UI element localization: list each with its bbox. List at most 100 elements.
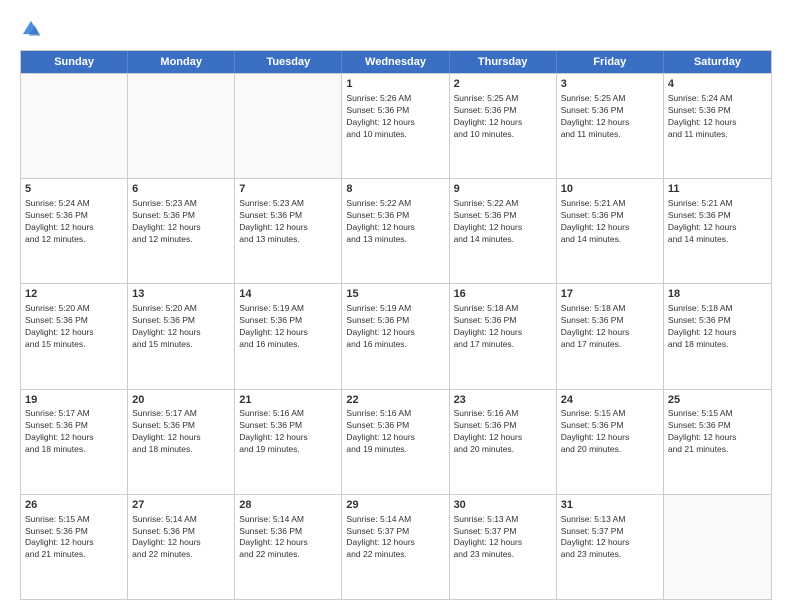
day-number: 10 xyxy=(561,182,659,197)
cell-info: Sunrise: 5:22 AM Sunset: 5:36 PM Dayligh… xyxy=(346,198,444,246)
cell-info: Sunrise: 5:20 AM Sunset: 5:36 PM Dayligh… xyxy=(25,303,123,351)
cell-info: Sunrise: 5:25 AM Sunset: 5:36 PM Dayligh… xyxy=(454,93,552,141)
day-cell-28: 28Sunrise: 5:14 AM Sunset: 5:36 PM Dayli… xyxy=(235,495,342,599)
cell-info: Sunrise: 5:13 AM Sunset: 5:37 PM Dayligh… xyxy=(454,514,552,562)
day-number: 31 xyxy=(561,498,659,513)
header-day-friday: Friday xyxy=(557,51,664,73)
cell-info: Sunrise: 5:19 AM Sunset: 5:36 PM Dayligh… xyxy=(346,303,444,351)
day-cell-11: 11Sunrise: 5:21 AM Sunset: 5:36 PM Dayli… xyxy=(664,179,771,283)
day-cell-24: 24Sunrise: 5:15 AM Sunset: 5:36 PM Dayli… xyxy=(557,390,664,494)
day-cell-5: 5Sunrise: 5:24 AM Sunset: 5:36 PM Daylig… xyxy=(21,179,128,283)
day-number: 28 xyxy=(239,498,337,513)
day-number: 11 xyxy=(668,182,767,197)
cell-info: Sunrise: 5:14 AM Sunset: 5:37 PM Dayligh… xyxy=(346,514,444,562)
day-cell-6: 6Sunrise: 5:23 AM Sunset: 5:36 PM Daylig… xyxy=(128,179,235,283)
day-number: 22 xyxy=(346,393,444,408)
day-number: 29 xyxy=(346,498,444,513)
day-cell-25: 25Sunrise: 5:15 AM Sunset: 5:36 PM Dayli… xyxy=(664,390,771,494)
page: SundayMondayTuesdayWednesdayThursdayFrid… xyxy=(0,0,792,612)
cell-info: Sunrise: 5:17 AM Sunset: 5:36 PM Dayligh… xyxy=(25,408,123,456)
cell-info: Sunrise: 5:14 AM Sunset: 5:36 PM Dayligh… xyxy=(132,514,230,562)
day-number: 1 xyxy=(346,77,444,92)
day-number: 18 xyxy=(668,287,767,302)
cell-info: Sunrise: 5:13 AM Sunset: 5:37 PM Dayligh… xyxy=(561,514,659,562)
day-cell-15: 15Sunrise: 5:19 AM Sunset: 5:36 PM Dayli… xyxy=(342,284,449,388)
day-cell-31: 31Sunrise: 5:13 AM Sunset: 5:37 PM Dayli… xyxy=(557,495,664,599)
day-number: 21 xyxy=(239,393,337,408)
empty-cell xyxy=(128,74,235,178)
day-number: 24 xyxy=(561,393,659,408)
day-number: 19 xyxy=(25,393,123,408)
day-cell-20: 20Sunrise: 5:17 AM Sunset: 5:36 PM Dayli… xyxy=(128,390,235,494)
header-day-thursday: Thursday xyxy=(450,51,557,73)
header-day-wednesday: Wednesday xyxy=(342,51,449,73)
day-number: 9 xyxy=(454,182,552,197)
calendar-row-0: 1Sunrise: 5:26 AM Sunset: 5:36 PM Daylig… xyxy=(21,73,771,178)
day-number: 2 xyxy=(454,77,552,92)
day-number: 12 xyxy=(25,287,123,302)
header-day-saturday: Saturday xyxy=(664,51,771,73)
calendar: SundayMondayTuesdayWednesdayThursdayFrid… xyxy=(20,50,772,600)
day-cell-18: 18Sunrise: 5:18 AM Sunset: 5:36 PM Dayli… xyxy=(664,284,771,388)
cell-info: Sunrise: 5:21 AM Sunset: 5:36 PM Dayligh… xyxy=(561,198,659,246)
day-number: 27 xyxy=(132,498,230,513)
cell-info: Sunrise: 5:18 AM Sunset: 5:36 PM Dayligh… xyxy=(668,303,767,351)
cell-info: Sunrise: 5:16 AM Sunset: 5:36 PM Dayligh… xyxy=(346,408,444,456)
day-cell-19: 19Sunrise: 5:17 AM Sunset: 5:36 PM Dayli… xyxy=(21,390,128,494)
calendar-row-3: 19Sunrise: 5:17 AM Sunset: 5:36 PM Dayli… xyxy=(21,389,771,494)
cell-info: Sunrise: 5:24 AM Sunset: 5:36 PM Dayligh… xyxy=(25,198,123,246)
calendar-body: 1Sunrise: 5:26 AM Sunset: 5:36 PM Daylig… xyxy=(21,73,771,599)
cell-info: Sunrise: 5:16 AM Sunset: 5:36 PM Dayligh… xyxy=(454,408,552,456)
cell-info: Sunrise: 5:18 AM Sunset: 5:36 PM Dayligh… xyxy=(561,303,659,351)
day-number: 26 xyxy=(25,498,123,513)
day-cell-2: 2Sunrise: 5:25 AM Sunset: 5:36 PM Daylig… xyxy=(450,74,557,178)
cell-info: Sunrise: 5:17 AM Sunset: 5:36 PM Dayligh… xyxy=(132,408,230,456)
day-cell-29: 29Sunrise: 5:14 AM Sunset: 5:37 PM Dayli… xyxy=(342,495,449,599)
day-cell-30: 30Sunrise: 5:13 AM Sunset: 5:37 PM Dayli… xyxy=(450,495,557,599)
day-number: 20 xyxy=(132,393,230,408)
cell-info: Sunrise: 5:24 AM Sunset: 5:36 PM Dayligh… xyxy=(668,93,767,141)
logo-icon xyxy=(20,18,42,40)
calendar-header: SundayMondayTuesdayWednesdayThursdayFrid… xyxy=(21,51,771,73)
day-cell-1: 1Sunrise: 5:26 AM Sunset: 5:36 PM Daylig… xyxy=(342,74,449,178)
header-day-tuesday: Tuesday xyxy=(235,51,342,73)
day-cell-13: 13Sunrise: 5:20 AM Sunset: 5:36 PM Dayli… xyxy=(128,284,235,388)
cell-info: Sunrise: 5:15 AM Sunset: 5:36 PM Dayligh… xyxy=(668,408,767,456)
day-cell-8: 8Sunrise: 5:22 AM Sunset: 5:36 PM Daylig… xyxy=(342,179,449,283)
day-number: 8 xyxy=(346,182,444,197)
day-cell-26: 26Sunrise: 5:15 AM Sunset: 5:36 PM Dayli… xyxy=(21,495,128,599)
day-cell-23: 23Sunrise: 5:16 AM Sunset: 5:36 PM Dayli… xyxy=(450,390,557,494)
day-number: 23 xyxy=(454,393,552,408)
day-cell-14: 14Sunrise: 5:19 AM Sunset: 5:36 PM Dayli… xyxy=(235,284,342,388)
day-number: 30 xyxy=(454,498,552,513)
calendar-row-4: 26Sunrise: 5:15 AM Sunset: 5:36 PM Dayli… xyxy=(21,494,771,599)
day-number: 5 xyxy=(25,182,123,197)
day-cell-22: 22Sunrise: 5:16 AM Sunset: 5:36 PM Dayli… xyxy=(342,390,449,494)
cell-info: Sunrise: 5:14 AM Sunset: 5:36 PM Dayligh… xyxy=(239,514,337,562)
day-cell-9: 9Sunrise: 5:22 AM Sunset: 5:36 PM Daylig… xyxy=(450,179,557,283)
day-cell-3: 3Sunrise: 5:25 AM Sunset: 5:36 PM Daylig… xyxy=(557,74,664,178)
cell-info: Sunrise: 5:15 AM Sunset: 5:36 PM Dayligh… xyxy=(25,514,123,562)
day-number: 25 xyxy=(668,393,767,408)
day-number: 13 xyxy=(132,287,230,302)
day-number: 4 xyxy=(668,77,767,92)
cell-info: Sunrise: 5:20 AM Sunset: 5:36 PM Dayligh… xyxy=(132,303,230,351)
cell-info: Sunrise: 5:25 AM Sunset: 5:36 PM Dayligh… xyxy=(561,93,659,141)
day-cell-7: 7Sunrise: 5:23 AM Sunset: 5:36 PM Daylig… xyxy=(235,179,342,283)
header-day-monday: Monday xyxy=(128,51,235,73)
cell-info: Sunrise: 5:23 AM Sunset: 5:36 PM Dayligh… xyxy=(132,198,230,246)
day-cell-10: 10Sunrise: 5:21 AM Sunset: 5:36 PM Dayli… xyxy=(557,179,664,283)
day-number: 15 xyxy=(346,287,444,302)
cell-info: Sunrise: 5:16 AM Sunset: 5:36 PM Dayligh… xyxy=(239,408,337,456)
day-cell-12: 12Sunrise: 5:20 AM Sunset: 5:36 PM Dayli… xyxy=(21,284,128,388)
day-number: 14 xyxy=(239,287,337,302)
day-cell-17: 17Sunrise: 5:18 AM Sunset: 5:36 PM Dayli… xyxy=(557,284,664,388)
header xyxy=(20,18,772,40)
day-cell-27: 27Sunrise: 5:14 AM Sunset: 5:36 PM Dayli… xyxy=(128,495,235,599)
day-cell-4: 4Sunrise: 5:24 AM Sunset: 5:36 PM Daylig… xyxy=(664,74,771,178)
cell-info: Sunrise: 5:19 AM Sunset: 5:36 PM Dayligh… xyxy=(239,303,337,351)
day-number: 6 xyxy=(132,182,230,197)
logo xyxy=(20,18,46,40)
header-day-sunday: Sunday xyxy=(21,51,128,73)
empty-cell xyxy=(664,495,771,599)
